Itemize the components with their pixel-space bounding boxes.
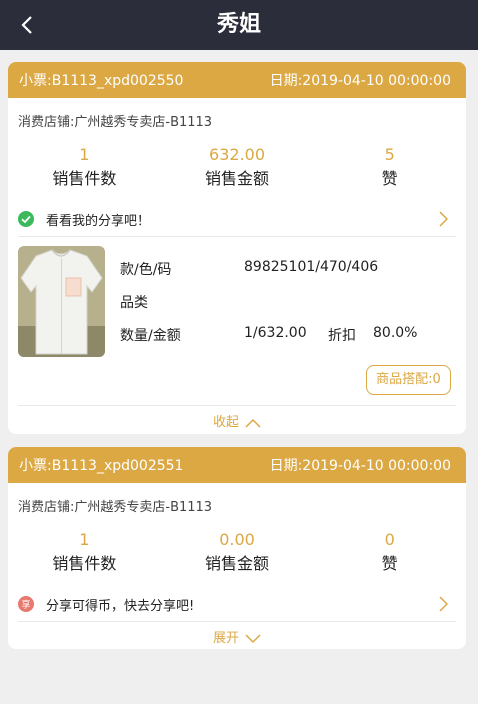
stat-quantity: 1 销售件数 xyxy=(8,146,161,202)
discount-label: 折扣 xyxy=(328,328,356,344)
stat-label: 赞 xyxy=(381,169,398,188)
store-name: 消费店铺:广州越秀专卖店-B1113 xyxy=(18,115,213,130)
stat-quantity: 1 销售件数 xyxy=(8,531,161,587)
order-card-header: 小票:B1113_xpd002550 日期:2019-04-10 00:00:0… xyxy=(8,62,466,98)
chevron-right-icon[interactable] xyxy=(438,596,448,612)
stat-label: 销售金额 xyxy=(205,554,270,573)
page-title: 秀姐 xyxy=(216,12,261,37)
order-stats: 1 销售件数 0.00 销售金额 0 赞 xyxy=(8,531,466,587)
stat-amount: 632.00 销售金额 xyxy=(161,146,314,202)
order-card: 小票:B1113_xpd002550 日期:2019-04-10 00:00:0… xyxy=(8,62,466,434)
stat-likes: 5 赞 xyxy=(313,146,466,202)
product-image[interactable] xyxy=(18,246,105,357)
collapse-label: 收起 xyxy=(212,415,239,430)
chevron-down-icon xyxy=(245,634,261,644)
top-bar: 秀姐 xyxy=(0,0,478,50)
quantity-amount-value: 1/632.00 xyxy=(244,325,307,341)
product-match-button[interactable]: 商品搭配:0 xyxy=(366,365,451,395)
share-text: 分享可得币，快去分享吧! xyxy=(46,598,195,614)
share-badge-text: 享 xyxy=(21,599,30,611)
stat-label: 赞 xyxy=(381,554,398,573)
order-stats: 1 销售件数 632.00 销售金额 5 赞 xyxy=(8,146,466,202)
share-coin-icon: 享 xyxy=(18,596,34,612)
stat-value: 0.00 xyxy=(219,530,255,549)
style-color-size-value: 89825101/470/406 xyxy=(244,259,379,275)
order-date: 日期:2019-04-10 00:00:00 xyxy=(269,73,451,89)
stat-label: 销售件数 xyxy=(52,169,117,188)
category-label: 品类 xyxy=(120,295,148,311)
stat-value: 0 xyxy=(384,530,395,549)
stat-amount: 0.00 销售金额 xyxy=(161,531,314,587)
order-date: 日期:2019-04-10 00:00:00 xyxy=(269,458,451,474)
order-card: 小票:B1113_xpd002551 日期:2019-04-10 00:00:0… xyxy=(8,447,466,649)
stat-value: 5 xyxy=(384,145,395,164)
collapse-button[interactable]: 收起 xyxy=(8,406,466,434)
check-circle-icon xyxy=(18,211,34,227)
expand-button[interactable]: 展开 xyxy=(8,622,466,649)
share-text: 看看我的分享吧！ xyxy=(46,213,151,229)
chevron-right-icon[interactable] xyxy=(438,211,448,227)
share-row[interactable]: 看看我的分享吧！ xyxy=(8,202,466,236)
stat-value: 1 xyxy=(79,530,90,549)
receipt-number: 小票:B1113_xpd002551 xyxy=(19,458,184,474)
quantity-amount-label: 数量/金额 xyxy=(120,328,181,344)
stat-value: 632.00 xyxy=(209,145,265,164)
expand-label: 展开 xyxy=(212,631,239,646)
style-color-size-label: 款/色/码 xyxy=(120,262,172,278)
receipt-number: 小票:B1113_xpd002550 xyxy=(19,73,184,89)
share-row[interactable]: 享 分享可得币，快去分享吧! xyxy=(8,587,466,621)
stat-label: 销售金额 xyxy=(205,169,270,188)
discount-value: 80.0% xyxy=(373,325,418,341)
stat-value: 1 xyxy=(79,145,90,164)
chevron-up-icon xyxy=(245,418,261,428)
store-name: 消费店铺:广州越秀专卖店-B1113 xyxy=(18,500,213,515)
stat-likes: 0 赞 xyxy=(313,531,466,587)
order-card-header: 小票:B1113_xpd002551 日期:2019-04-10 00:00:0… xyxy=(8,447,466,483)
stat-label: 销售件数 xyxy=(52,554,117,573)
product-item: 款/色/码 89825101/470/406 品类 数量/金额 1/632.00… xyxy=(8,237,466,405)
